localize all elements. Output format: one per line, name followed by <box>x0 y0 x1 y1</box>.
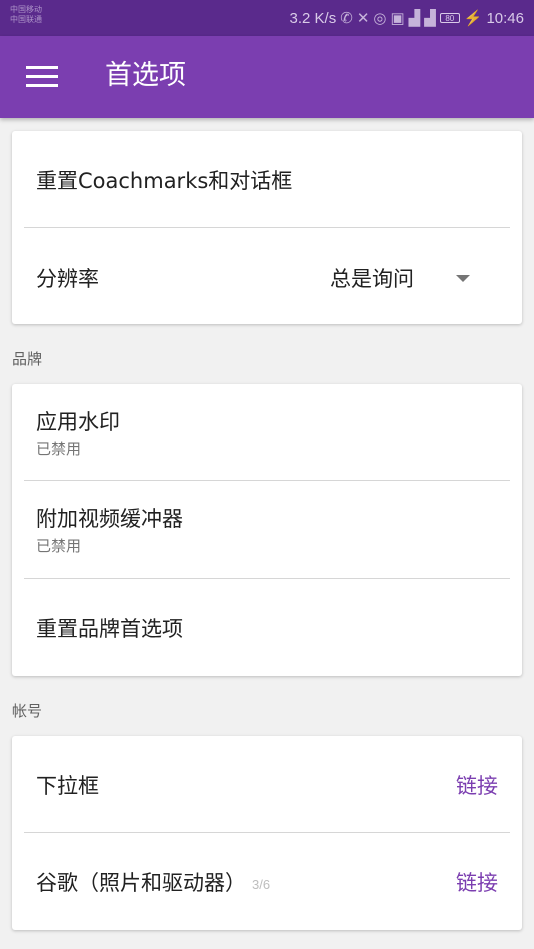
clock: 10:46 <box>486 9 524 27</box>
dropdown-arrow-icon[interactable] <box>456 275 470 282</box>
link-button[interactable]: 链接 <box>456 867 498 897</box>
charging-icon: ⚡ <box>463 10 483 27</box>
resolution-item: 分辨率 总是询问 <box>12 228 522 324</box>
account-item-label: 谷歌（照片和驱动器） <box>36 871 246 895</box>
carrier-1-label: 中国移动 <box>10 5 42 14</box>
account-section-label: 帐号 <box>12 702 43 720</box>
video-buffer-label: 附加视频缓冲器 <box>36 507 183 531</box>
account-item-dropbox[interactable]: 下拉框 链接 <box>12 736 522 832</box>
resolution-dropdown[interactable]: 总是询问 <box>330 263 414 293</box>
carrier-2-label: 中国联通 <box>10 15 42 24</box>
video-buffer-status: 已禁用 <box>36 537 82 555</box>
watermark-status: 已禁用 <box>36 440 82 458</box>
page-title: 首选项 <box>105 60 186 91</box>
status-indicators: 3.2 K/s ✆ ✕ ◎ ▣ ▟ ▟ 80 ⚡ 10:46 <box>289 9 524 28</box>
link-button[interactable]: 链接 <box>456 770 498 800</box>
brand-section-label: 品牌 <box>12 350 43 368</box>
video-buffer-item[interactable]: 附加视频缓冲器 已禁用 <box>12 481 522 578</box>
signal-2-icon: ▟ <box>424 10 436 27</box>
app-bar: 首选项 <box>0 36 534 118</box>
carrier-info: 中国移动 中国联通 <box>10 5 42 25</box>
nfc-icon: ✕ <box>356 10 370 27</box>
status-bar: 中国移动 中国联通 3.2 K/s ✆ ✕ ◎ ▣ ▟ ▟ 80 ⚡ 10:46 <box>0 0 534 36</box>
hd-icon: ▣ <box>390 10 405 27</box>
reset-brand-label: 重置品牌首选项 <box>36 617 183 641</box>
general-settings-card: 重置Coachmarks和对话框 分辨率 总是询问 <box>12 131 522 324</box>
reset-coachmarks-item[interactable]: 重置Coachmarks和对话框 <box>12 131 522 227</box>
brand-settings-card: 应用水印 已禁用 附加视频缓冲器 已禁用 重置品牌首选项 <box>12 384 522 676</box>
reset-brand-item[interactable]: 重置品牌首选项 <box>12 579 522 676</box>
account-settings-card: 下拉框 链接 谷歌（照片和驱动器） 链接 <box>12 736 522 930</box>
alarm-icon: ◎ <box>373 10 387 27</box>
signal-1-icon: ▟ <box>408 10 421 27</box>
watermark-item[interactable]: 应用水印 已禁用 <box>12 384 522 481</box>
page-indicator: 3/6 <box>252 877 271 892</box>
resolution-label: 分辨率 <box>36 267 99 291</box>
battery-icon: 80 <box>439 13 460 23</box>
phone-icon: ✆ <box>340 10 353 27</box>
hamburger-menu-icon[interactable] <box>26 66 58 88</box>
reset-coachmarks-label: 重置Coachmarks和对话框 <box>36 169 293 193</box>
account-item-label: 下拉框 <box>36 774 99 798</box>
watermark-label: 应用水印 <box>36 410 120 434</box>
network-speed: 3.2 K/s <box>289 9 337 27</box>
